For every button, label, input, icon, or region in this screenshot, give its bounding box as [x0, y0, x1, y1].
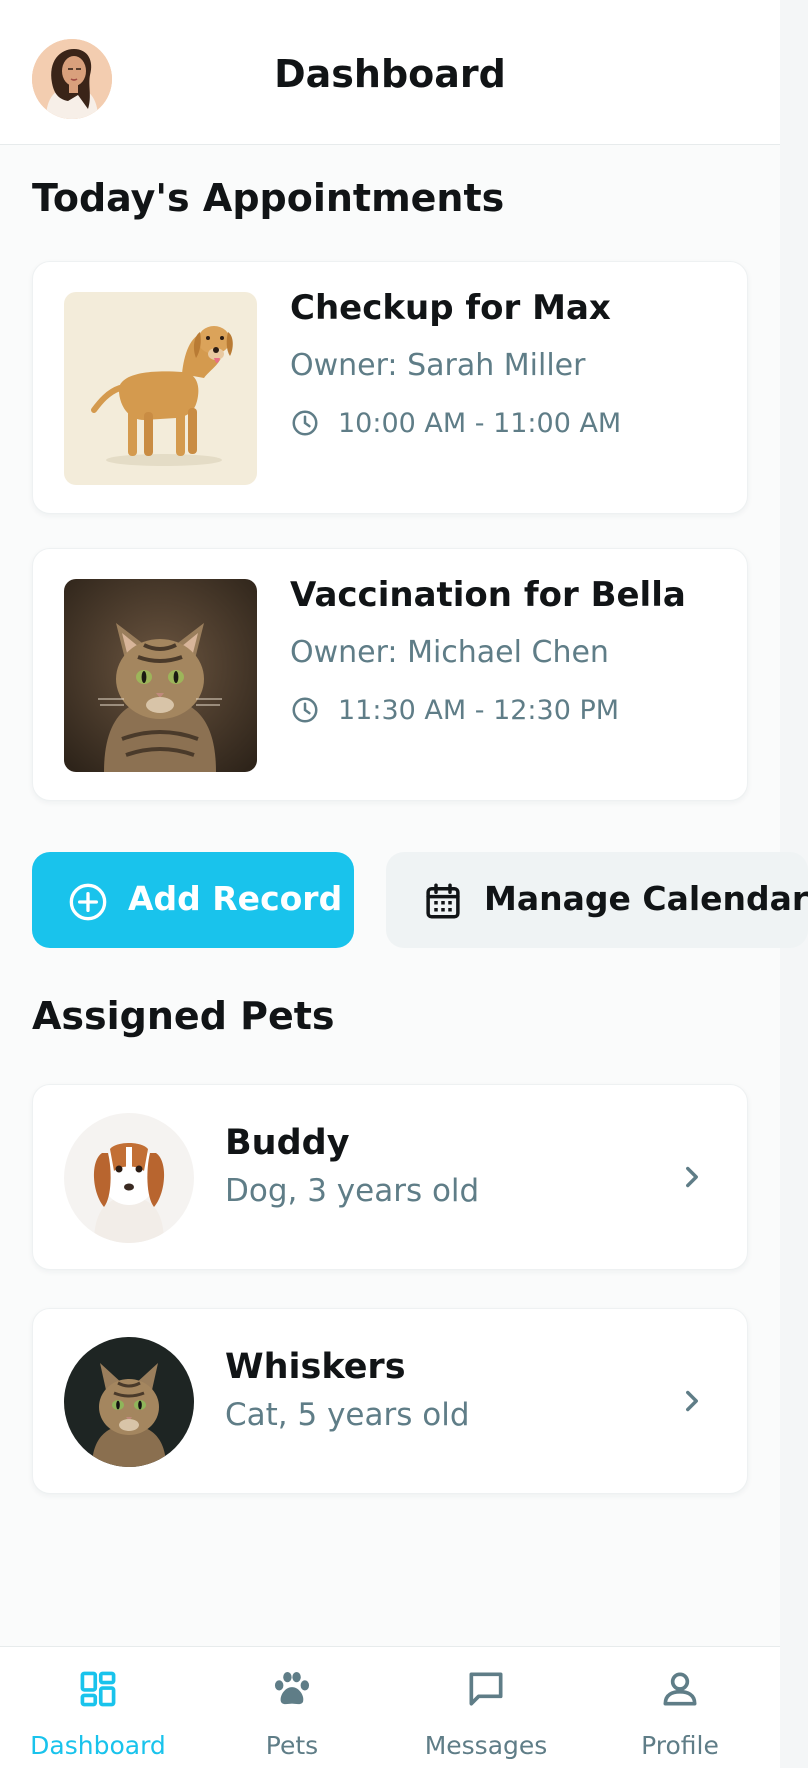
nav-item-dashboard[interactable]: Dashboard [20, 1647, 176, 1768]
appointment-card[interactable]: Checkup for Max Owner: Sarah Miller 10:0… [32, 261, 748, 514]
chevron-right-icon[interactable] [675, 1160, 709, 1194]
manage-calendar-label: Manage Calendar [484, 879, 808, 918]
clock-icon [292, 410, 318, 436]
user-icon [663, 1672, 697, 1706]
appointment-time: 10:00 AM - 11:00 AM [338, 407, 622, 439]
appointments-heading: Today's Appointments [32, 176, 505, 220]
add-record-button[interactable]: Add Record [32, 852, 354, 948]
add-record-label: Add Record [128, 879, 343, 918]
pets-heading: Assigned Pets [32, 994, 335, 1038]
page-title: Dashboard [274, 52, 506, 96]
nav-label: Profile [641, 1731, 719, 1760]
pet-photo [64, 1113, 194, 1243]
nav-item-messages[interactable]: Messages [408, 1647, 564, 1768]
chevron-right-icon[interactable] [675, 1384, 709, 1418]
dog-photo [64, 292, 257, 485]
appointment-title: Checkup for Max [290, 288, 611, 328]
pet-name: Whiskers [225, 1347, 406, 1387]
message-icon [469, 1672, 503, 1706]
appointment-time-row: 10:00 AM - 11:00 AM [290, 407, 621, 439]
pet-card[interactable]: Whiskers Cat, 5 years old [32, 1308, 748, 1494]
nav-label: Messages [424, 1731, 548, 1760]
app-screen: Dashboard Today's Appointments Checkup f… [0, 0, 808, 1768]
top-bar: Dashboard [0, 0, 780, 145]
plus-circle-icon [69, 883, 107, 921]
paw-icon [274, 1671, 310, 1705]
appointment-time-row: 11:30 AM - 12:30 PM [290, 694, 619, 726]
appointment-owner: Owner: Michael Chen [290, 635, 609, 670]
appointment-title: Vaccination for Bella [290, 575, 686, 615]
pet-meta: Dog, 3 years old [225, 1173, 480, 1209]
appointment-card[interactable]: Vaccination for Bella Owner: Michael Che… [32, 548, 748, 801]
appointment-owner: Owner: Sarah Miller [290, 348, 586, 383]
appointment-time: 11:30 AM - 12:30 PM [338, 694, 620, 726]
calendar-icon [426, 883, 460, 919]
clock-icon [292, 697, 318, 723]
pet-meta: Cat, 5 years old [225, 1397, 470, 1433]
dashboard-icon [80, 1671, 116, 1707]
nav-item-profile[interactable]: Profile [602, 1647, 758, 1768]
cat-photo [64, 579, 257, 772]
manage-calendar-button[interactable]: Manage Calendar [386, 852, 808, 948]
bottom-nav: Dashboard Pets Messages Profile [0, 1646, 780, 1768]
pet-card[interactable]: Buddy Dog, 3 years old [32, 1084, 748, 1270]
pet-photo [64, 1337, 194, 1467]
nav-label: Dashboard [30, 1731, 166, 1760]
nav-item-pets[interactable]: Pets [214, 1647, 370, 1768]
nav-label: Pets [265, 1731, 319, 1760]
pet-name: Buddy [225, 1123, 350, 1163]
